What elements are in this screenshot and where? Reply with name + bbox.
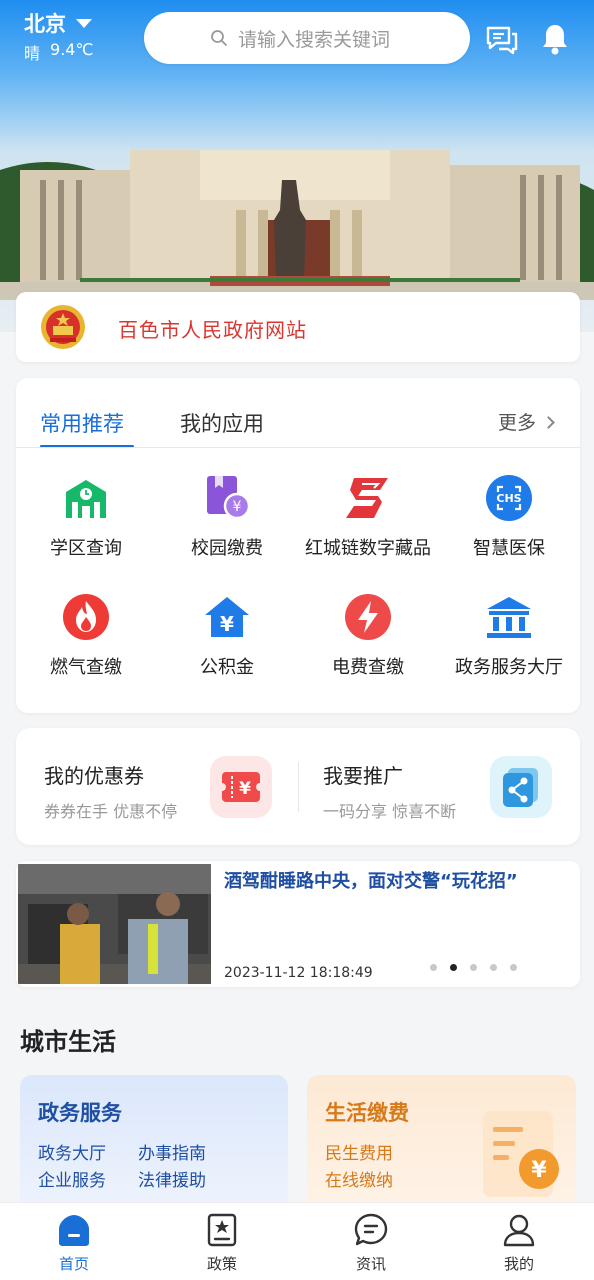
tab-my-apps[interactable]: 我的应用 [180, 408, 264, 438]
search-placeholder: 请输入搜索关键词 [238, 28, 391, 51]
carousel-dot[interactable] [470, 964, 477, 971]
electricity-icon [345, 594, 391, 640]
app-electricity-payment[interactable]: 电费查缴 [298, 593, 438, 693]
weather-info: 晴 9.4℃ [24, 40, 93, 64]
chevron-down-icon [76, 18, 92, 28]
app-label: 公积金 [200, 657, 254, 678]
housing-fund-icon: ¥ [205, 597, 249, 637]
coupon-title: 我的优惠券 [44, 764, 144, 788]
link-legal-aid[interactable]: 法律援助 [138, 1166, 206, 1191]
app-campus-payment[interactable]: ¥ 校园缴费 [157, 474, 297, 574]
app-gas-payment[interactable]: 燃气查缴 [16, 593, 156, 693]
nav-label: 我的 [503, 1255, 534, 1273]
app-digital-collectible[interactable]: 红城链数字藏品 [298, 474, 438, 574]
gas-flame-icon [63, 594, 109, 640]
hero-banner: 北京 晴 9.4℃ 请输入搜索关键词 [0, 0, 594, 332]
bottom-nav: 首页 政策 资讯 我的 [0, 1202, 594, 1280]
link-service-guide[interactable]: 办事指南 [138, 1139, 206, 1164]
life-payment-title: 生活缴费 [325, 1101, 409, 1125]
medical-insurance-icon: CHS [486, 475, 532, 521]
nav-label: 首页 [58, 1255, 89, 1273]
carousel-dot[interactable] [490, 964, 497, 971]
more-apps-link[interactable]: 更多 [498, 408, 555, 435]
government-site-banner[interactable]: 百色市人民政府网站 [16, 292, 580, 362]
news-time: 2023-11-12 18:18:49 [224, 965, 373, 981]
nav-label: 资讯 [355, 1255, 386, 1273]
app-label: 校园缴费 [191, 538, 263, 559]
apps-panel: 常用推荐 我的应用 更多 学区查询 ¥ 校园缴费 红城链数字藏品 CHS 智慧医… [16, 378, 580, 713]
promo-panel: 我的优惠券 券券在手 优惠不停 ¥ 我要推广 一码分享 惊喜不断 [16, 728, 580, 845]
link-gov-hall[interactable]: 政务大厅 [38, 1139, 106, 1164]
app-label: 红城链数字藏品 [305, 538, 431, 559]
app-label: 燃气查缴 [50, 657, 122, 678]
news-carousel[interactable]: 酒驾酣睡路中央，面对交警“玩花招” 2023-11-12 18:18:49 [16, 861, 580, 987]
promo-divider [298, 762, 299, 812]
news-chat-icon [354, 1213, 388, 1246]
svg-text:¥: ¥ [220, 612, 234, 636]
app-label: 智慧医保 [473, 538, 545, 559]
carousel-dot[interactable] [510, 964, 517, 971]
message-icon[interactable] [485, 24, 519, 56]
news-thumbnail [18, 864, 211, 984]
nav-label: 政策 [206, 1255, 237, 1273]
weather-temperature: 9.4℃ [50, 40, 94, 59]
city-name: 北京 [24, 12, 66, 36]
bell-icon[interactable] [540, 22, 570, 56]
life-payment-card[interactable]: 生活缴费 民生费用 在线缴纳 ¥ [307, 1075, 576, 1210]
gov-services-title: 政务服务 [38, 1101, 122, 1125]
app-label: 电费查缴 [332, 657, 404, 678]
search-input[interactable]: 请输入搜索关键词 [144, 12, 470, 64]
bill-payment-icon: ¥ [483, 1111, 559, 1197]
share-icon [490, 756, 552, 818]
user-icon [503, 1214, 535, 1247]
app-label: 政务服务大厅 [455, 657, 563, 678]
digital-collectible-icon [346, 478, 388, 518]
national-emblem-icon [41, 305, 85, 349]
section-title-city-life: 城市生活 [20, 1028, 116, 1056]
gov-services-card[interactable]: 政务服务 政务大厅 办事指南 企业服务 法律援助 [20, 1075, 288, 1210]
memorial-hall-photo [0, 150, 594, 300]
link-living-expenses[interactable]: 民生费用 [325, 1139, 393, 1164]
news-title: 酒驾酣睡路中央，面对交警“玩花招” [224, 871, 518, 892]
link-online-payment[interactable]: 在线缴纳 [325, 1166, 393, 1191]
top-bar: 北京 晴 9.4℃ 请输入搜索关键词 [0, 0, 594, 70]
svg-text:CHS: CHS [496, 492, 521, 505]
tab-divider [16, 447, 580, 448]
svg-text:¥: ¥ [239, 779, 251, 799]
home-icon [59, 1215, 89, 1246]
policy-document-icon [207, 1213, 237, 1247]
share-title: 我要推广 [323, 764, 403, 788]
link-enterprise-service[interactable]: 企业服务 [38, 1166, 106, 1191]
school-icon [66, 480, 106, 518]
app-school-district[interactable]: 学区查询 [16, 474, 156, 574]
campus-payment-icon: ¥ [207, 476, 251, 520]
share-subtitle: 一码分享 惊喜不断 [323, 802, 457, 821]
svg-text:¥: ¥ [531, 1158, 547, 1183]
city-selector[interactable]: 北京 [24, 8, 92, 38]
coupon-subtitle: 券券在手 优惠不停 [44, 802, 178, 821]
chevron-right-icon [542, 416, 555, 429]
more-label: 更多 [498, 412, 537, 434]
government-site-name: 百色市人民政府网站 [118, 318, 307, 342]
coupon-icon: ¥ [210, 756, 272, 818]
svg-text:¥: ¥ [233, 499, 242, 515]
carousel-dot-active[interactable] [450, 964, 457, 971]
weather-condition: 晴 [24, 44, 41, 63]
government-hall-icon [487, 597, 531, 638]
carousel-dots [430, 964, 517, 971]
search-icon [211, 30, 227, 46]
app-label: 学区查询 [50, 538, 122, 559]
tab-common-recommend[interactable]: 常用推荐 [40, 408, 124, 438]
carousel-dot[interactable] [430, 964, 437, 971]
app-housing-fund[interactable]: ¥ 公积金 [157, 593, 297, 693]
app-government-hall[interactable]: 政务服务大厅 [439, 593, 579, 693]
app-medical-insurance[interactable]: CHS 智慧医保 [439, 474, 579, 574]
